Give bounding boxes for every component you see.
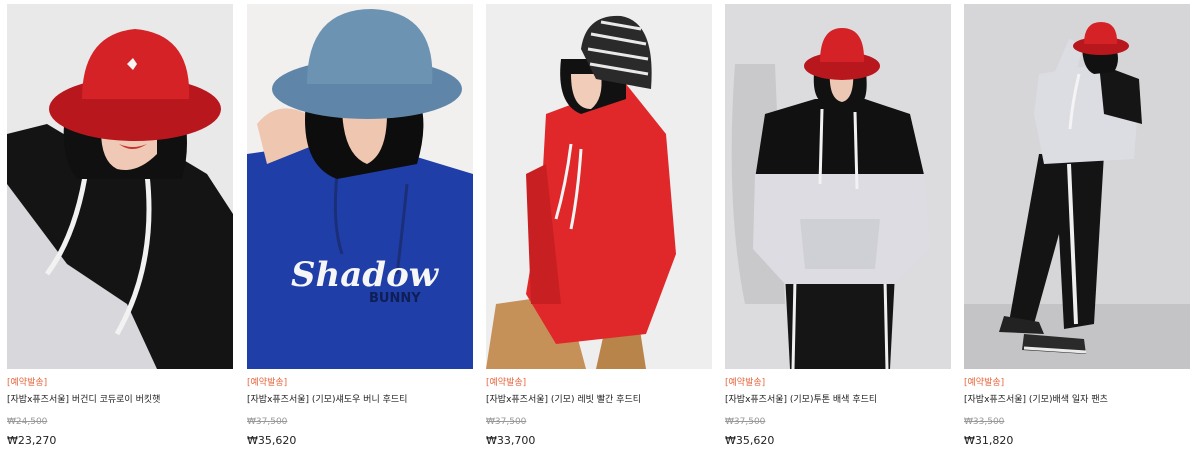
sale-price: ₩33,700 — [486, 434, 536, 447]
product-name[interactable]: [자밥x퓨즈서울] (기모) 레빗 빨간 후드티 — [486, 394, 712, 406]
original-price: ₩33,500 — [964, 417, 1005, 427]
product-image[interactable] — [725, 4, 951, 369]
product-image[interactable] — [486, 4, 712, 369]
product-name[interactable]: [자밥x퓨즈서울] 버건디 코듀로이 버킷햇 — [7, 394, 233, 406]
product-card[interactable]: [예약발송] [자밥x퓨즈서울] (기모) 레빗 빨간 후드티 ₩37,500 … — [486, 4, 712, 448]
reservation-badge: [예약발송] — [486, 378, 527, 388]
original-price: ₩37,500 — [486, 417, 527, 427]
product-card[interactable]: Shadow BUNNY [예약발송] [자밥x퓨즈서울] (기모)섀도우 버니… — [247, 4, 473, 448]
original-price: ₩37,500 — [725, 417, 766, 427]
product-name[interactable]: [자밥x퓨즈서울] (기모)섀도우 버니 후드티 — [247, 394, 473, 406]
sale-price: ₩35,620 — [247, 434, 297, 447]
reservation-badge: [예약발송] — [7, 378, 48, 388]
product-grid: [예약발송] [자밥x퓨즈서울] 버건디 코듀로이 버킷햇 ₩24,500 ₩2… — [0, 0, 1200, 465]
sale-price: ₩35,620 — [725, 434, 775, 447]
reservation-badge: [예약발송] — [247, 378, 288, 388]
product-name[interactable]: [자밥x퓨즈서울] (기모)배색 일자 팬츠 — [964, 394, 1190, 406]
product-card[interactable]: [예약발송] [자밥x퓨즈서울] (기모)배색 일자 팬츠 ₩33,500 ₩3… — [964, 4, 1190, 448]
product-name[interactable]: [자밥x퓨즈서울] (기모)투톤 배색 후드티 — [725, 394, 951, 406]
hoodie-print-subtext: BUNNY — [369, 291, 421, 306]
reservation-badge: [예약발송] — [964, 378, 1005, 388]
sale-price: ₩31,820 — [964, 434, 1014, 447]
product-image[interactable] — [7, 4, 233, 369]
product-image[interactable] — [964, 4, 1190, 369]
reservation-badge: [예약발송] — [725, 378, 766, 388]
original-price: ₩24,500 — [7, 417, 48, 427]
sale-price: ₩23,270 — [7, 434, 57, 447]
product-card[interactable]: [예약발송] [자밥x퓨즈서울] (기모)투톤 배색 후드티 ₩37,500 ₩… — [725, 4, 951, 448]
product-image[interactable]: Shadow BUNNY — [247, 4, 473, 369]
hoodie-print-text: Shadow — [291, 255, 440, 295]
product-card[interactable]: [예약발송] [자밥x퓨즈서울] 버건디 코듀로이 버킷햇 ₩24,500 ₩2… — [7, 4, 233, 448]
original-price: ₩37,500 — [247, 417, 288, 427]
